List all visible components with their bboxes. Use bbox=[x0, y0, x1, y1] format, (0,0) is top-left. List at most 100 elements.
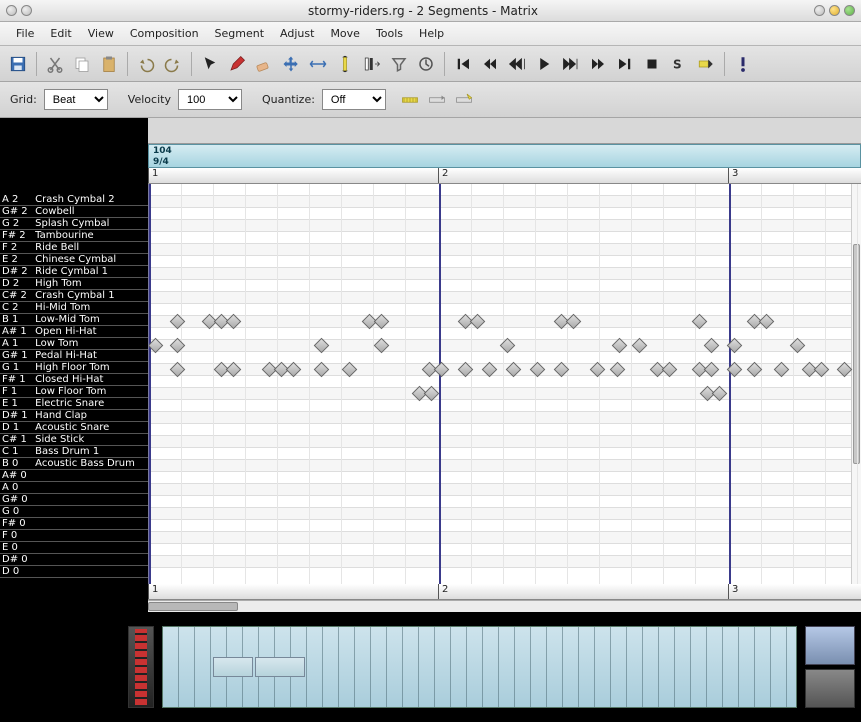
drum-row[interactable]: C 2 Hi-Mid Tom bbox=[0, 302, 148, 314]
menu-file[interactable]: File bbox=[8, 24, 42, 43]
drum-row[interactable]: E 1 Electric Snare bbox=[0, 398, 148, 410]
split-tool-icon[interactable] bbox=[360, 52, 384, 76]
menu-edit[interactable]: Edit bbox=[42, 24, 79, 43]
overview-zoom-thumb[interactable] bbox=[805, 626, 855, 665]
drum-row[interactable]: G 1 High Floor Tom bbox=[0, 362, 148, 374]
drum-row[interactable]: C# 1 Side Stick bbox=[0, 434, 148, 446]
overview-segment[interactable] bbox=[255, 657, 305, 677]
window-sticky-dot[interactable] bbox=[21, 5, 32, 16]
drum-row[interactable]: A# 1 Open Hi-Hat bbox=[0, 326, 148, 338]
draw-tool-icon[interactable] bbox=[225, 52, 249, 76]
menu-tools[interactable]: Tools bbox=[368, 24, 411, 43]
drum-row[interactable]: C 1 Bass Drum 1 bbox=[0, 446, 148, 458]
follow-playback-icon[interactable] bbox=[694, 52, 718, 76]
solo-icon[interactable]: S bbox=[667, 52, 691, 76]
cut-icon[interactable] bbox=[43, 52, 67, 76]
tempo-ruler-icon[interactable] bbox=[452, 88, 476, 112]
drum-row[interactable]: F 1 Low Floor Tom bbox=[0, 386, 148, 398]
save-icon[interactable] bbox=[6, 52, 30, 76]
menu-view[interactable]: View bbox=[80, 24, 122, 43]
panic-icon[interactable] bbox=[731, 52, 755, 76]
bar-tick: 1 bbox=[148, 168, 158, 183]
transport-end-icon[interactable] bbox=[613, 52, 637, 76]
filter-icon[interactable] bbox=[387, 52, 411, 76]
undo-icon[interactable] bbox=[134, 52, 158, 76]
erase-tool-icon[interactable] bbox=[252, 52, 276, 76]
ffwd-bar-icon[interactable] bbox=[586, 52, 610, 76]
minimize-button[interactable] bbox=[814, 5, 825, 16]
select-tool-icon[interactable] bbox=[198, 52, 222, 76]
quantize-select[interactable]: Off bbox=[322, 89, 386, 110]
grid-select[interactable]: Beat bbox=[44, 89, 108, 110]
matrix-main: A 2 Crash Cymbal 2G# 2 CowbellG 2 Splash… bbox=[0, 118, 861, 612]
rewind-bar-icon[interactable] bbox=[478, 52, 502, 76]
options-toolbar: Grid: Beat Velocity 100 Quantize: Off bbox=[0, 82, 861, 118]
menu-adjust[interactable]: Adjust bbox=[272, 24, 322, 43]
drum-row[interactable]: D# 1 Hand Clap bbox=[0, 410, 148, 422]
transport-start-icon[interactable] bbox=[451, 52, 475, 76]
drum-row[interactable]: G# 1 Pedal Hi-Hat bbox=[0, 350, 148, 362]
drum-row[interactable]: G 2 Splash Cymbal bbox=[0, 218, 148, 230]
stop-icon[interactable] bbox=[640, 52, 664, 76]
level-meter bbox=[128, 626, 154, 708]
vertical-scrollbar[interactable] bbox=[851, 184, 861, 584]
time-signature: 9/4 bbox=[153, 157, 856, 168]
velocity-select[interactable]: 100 bbox=[178, 89, 242, 110]
move-tool-icon[interactable] bbox=[279, 52, 303, 76]
horizontal-scrollbar[interactable] bbox=[148, 600, 861, 612]
window-title: stormy-riders.rg - 2 Segments - Matrix bbox=[32, 4, 814, 18]
menu-move[interactable]: Move bbox=[322, 24, 368, 43]
overview-segment[interactable] bbox=[213, 657, 253, 677]
rewind-icon[interactable] bbox=[505, 52, 529, 76]
drum-row[interactable]: C# 2 Crash Cymbal 1 bbox=[0, 290, 148, 302]
svg-text:S: S bbox=[673, 57, 682, 71]
play-icon[interactable] bbox=[532, 52, 556, 76]
bar-ruler-bottom[interactable]: 1 2 3 bbox=[148, 584, 861, 600]
chord-name-ruler-icon[interactable] bbox=[425, 88, 449, 112]
menu-segment[interactable]: Segment bbox=[207, 24, 273, 43]
drum-row[interactable]: F 2 Ride Bell bbox=[0, 242, 148, 254]
drum-row[interactable]: A 1 Low Tom bbox=[0, 338, 148, 350]
drum-row[interactable]: D# 2 Ride Cymbal 1 bbox=[0, 266, 148, 278]
overview-panel bbox=[0, 612, 861, 722]
resize-tool-icon[interactable] bbox=[306, 52, 330, 76]
overview-zoom-thumb2[interactable] bbox=[805, 669, 855, 708]
bar-ruler-top[interactable]: 1 2 3 bbox=[148, 168, 861, 184]
menu-help[interactable]: Help bbox=[411, 24, 452, 43]
drum-row[interactable]: F 0 bbox=[0, 530, 148, 542]
paste-icon[interactable] bbox=[97, 52, 121, 76]
drum-row[interactable]: D 1 Acoustic Snare bbox=[0, 422, 148, 434]
ffwd-icon[interactable] bbox=[559, 52, 583, 76]
drum-row[interactable]: A# 0 bbox=[0, 470, 148, 482]
bar-tick: 1 bbox=[148, 584, 158, 599]
tempo-ruler[interactable]: 104 9/4 bbox=[148, 144, 861, 168]
maximize-button[interactable] bbox=[829, 5, 840, 16]
redo-icon[interactable] bbox=[161, 52, 185, 76]
drum-row[interactable]: E 0 bbox=[0, 542, 148, 554]
overview-track[interactable] bbox=[162, 626, 797, 708]
window-menu-dot[interactable] bbox=[6, 5, 17, 16]
drum-row[interactable]: D 2 High Tom bbox=[0, 278, 148, 290]
close-button[interactable] bbox=[844, 5, 855, 16]
drum-row[interactable]: B 0 Acoustic Bass Drum bbox=[0, 458, 148, 470]
quantize-icon[interactable] bbox=[414, 52, 438, 76]
tempo-bpm: 104 bbox=[153, 146, 856, 157]
matrix-grid[interactable] bbox=[148, 184, 861, 584]
drum-row[interactable]: F# 0 bbox=[0, 518, 148, 530]
velocity-tool-icon[interactable] bbox=[333, 52, 357, 76]
drum-row[interactable]: G# 2 Cowbell bbox=[0, 206, 148, 218]
drum-row[interactable]: B 1 Low-Mid Tom bbox=[0, 314, 148, 326]
drum-row[interactable]: F# 2 Tambourine bbox=[0, 230, 148, 242]
drum-row[interactable]: D# 0 bbox=[0, 554, 148, 566]
drum-row[interactable]: A 0 bbox=[0, 482, 148, 494]
velocity-label: Velocity bbox=[124, 93, 175, 106]
menu-composition[interactable]: Composition bbox=[122, 24, 207, 43]
drum-row[interactable]: A 2 Crash Cymbal 2 bbox=[0, 194, 148, 206]
drum-row[interactable]: F# 1 Closed Hi-Hat bbox=[0, 374, 148, 386]
drum-row[interactable]: E 2 Chinese Cymbal bbox=[0, 254, 148, 266]
drum-row[interactable]: G 0 bbox=[0, 506, 148, 518]
ruler-loop-icon[interactable] bbox=[398, 88, 422, 112]
copy-icon[interactable] bbox=[70, 52, 94, 76]
drum-row[interactable]: G# 0 bbox=[0, 494, 148, 506]
drum-row[interactable]: D 0 bbox=[0, 566, 148, 578]
